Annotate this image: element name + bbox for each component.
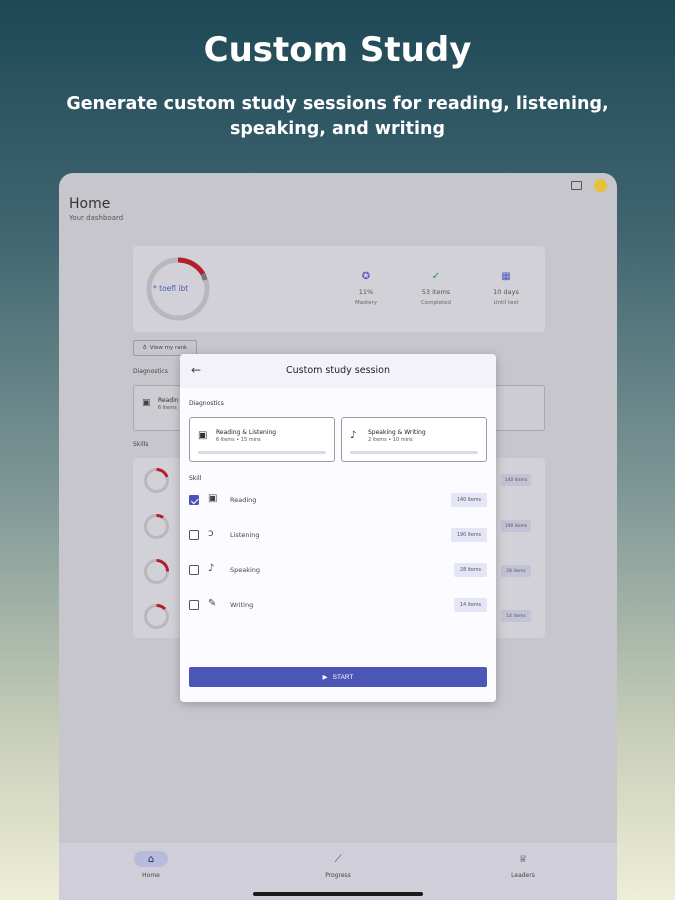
- bg-tag-writing: 14 items: [501, 610, 531, 622]
- trophy-icon: ♁: [142, 345, 147, 351]
- home-indicator: [253, 892, 423, 896]
- page-subtitle: Your dashboard: [69, 214, 124, 222]
- calendar-icon: ▦: [501, 271, 511, 282]
- bg-diagnostics-label: Diagnostics: [133, 368, 168, 375]
- reading-checkbox[interactable]: [189, 495, 199, 505]
- page-title: Home: [69, 196, 111, 212]
- item-count-badge: 28 items: [454, 563, 487, 577]
- diagnostics-label: Diagnostics: [189, 400, 224, 407]
- skill-label: Skill: [189, 475, 202, 482]
- listening-checkbox[interactable]: [189, 530, 199, 540]
- custom-study-modal: ← Custom study session Diagnostics ▣ Rea…: [180, 354, 496, 702]
- speaking-checkbox[interactable]: [189, 565, 199, 575]
- completed-check-icon: ✓: [431, 271, 441, 282]
- item-count-badge: 140 items: [450, 493, 487, 507]
- toefl-logo: * toefl ibt: [153, 284, 189, 293]
- skill-row-writing[interactable]: ✎ Writing 14 items: [189, 597, 487, 613]
- score-card: * toefl ibt ✪ 11% Mastery ✓ 53 items Com…: [133, 246, 545, 332]
- stat-until-test: ▦ 10 days Until test: [476, 271, 536, 306]
- mic-icon: ♪: [208, 563, 215, 574]
- home-icon: ⌂: [134, 851, 168, 867]
- promo-headline: Custom Study: [203, 30, 472, 70]
- book-icon: ▣: [208, 493, 218, 504]
- item-count-badge: 14 items: [454, 598, 487, 612]
- bg-tag-reading: 140 items: [501, 474, 531, 486]
- ear-icon: ↄ: [208, 528, 214, 539]
- mic-icon: ♪: [350, 430, 357, 441]
- top-bar-icons: [571, 179, 607, 192]
- start-button[interactable]: ▶ START: [189, 667, 487, 687]
- skill-row-reading[interactable]: ▣ Reading 140 items: [189, 492, 487, 508]
- modal-header: ← Custom study session: [180, 354, 496, 388]
- diagnostic-progress-bar: [350, 451, 478, 454]
- stat-mastery: ✪ 11% Mastery: [336, 271, 396, 306]
- skill-ring-writing: [144, 604, 169, 629]
- pencil-icon: ✎: [208, 598, 217, 609]
- skill-row-listening[interactable]: ↄ Listening 190 items: [189, 527, 487, 543]
- skill-ring-speaking: [144, 559, 169, 584]
- trophy-icon: ♕: [518, 853, 528, 865]
- reading-listening-icon: ▣: [198, 430, 208, 441]
- mastery-icon: ✪: [361, 271, 371, 282]
- bg-skills-label: Skills: [133, 441, 149, 448]
- skill-row-speaking[interactable]: ♪ Speaking 28 items: [189, 562, 487, 578]
- stat-completed: ✓ 53 items Completed: [406, 271, 466, 306]
- skill-ring-reading: [144, 467, 169, 493]
- nav-home[interactable]: ⌂ Home: [111, 851, 191, 879]
- promo-subline: Generate custom study sessions for readi…: [66, 94, 609, 139]
- bg-tag-speaking: 28 items: [501, 565, 531, 577]
- nav-leaders[interactable]: ♕ Leaders: [483, 851, 563, 880]
- play-icon: ▶: [322, 674, 328, 681]
- bottom-nav: ⌂ Home ⟋ Progress ♕ Leaders: [59, 843, 617, 900]
- nav-progress[interactable]: ⟋ Progress: [298, 851, 378, 880]
- diagnostic-progress-bar: [198, 451, 326, 454]
- skill-ring-listening: [144, 514, 169, 539]
- bg-tag-listening: 190 items: [501, 520, 531, 532]
- writing-checkbox[interactable]: [189, 600, 199, 610]
- book-icon: ▣: [142, 398, 151, 408]
- avatar[interactable]: [594, 179, 607, 192]
- item-count-badge: 190 items: [450, 528, 487, 542]
- feedback-icon[interactable]: [571, 181, 582, 190]
- diagnostic-speaking-writing[interactable]: ♪ Speaking & Writing 2 items • 10 mins: [341, 417, 487, 462]
- progress-icon: ⟋: [334, 853, 342, 865]
- diagnostic-reading-listening[interactable]: ▣ Reading & Listening 6 items • 15 mins: [189, 417, 335, 462]
- modal-title: Custom study session: [286, 365, 390, 376]
